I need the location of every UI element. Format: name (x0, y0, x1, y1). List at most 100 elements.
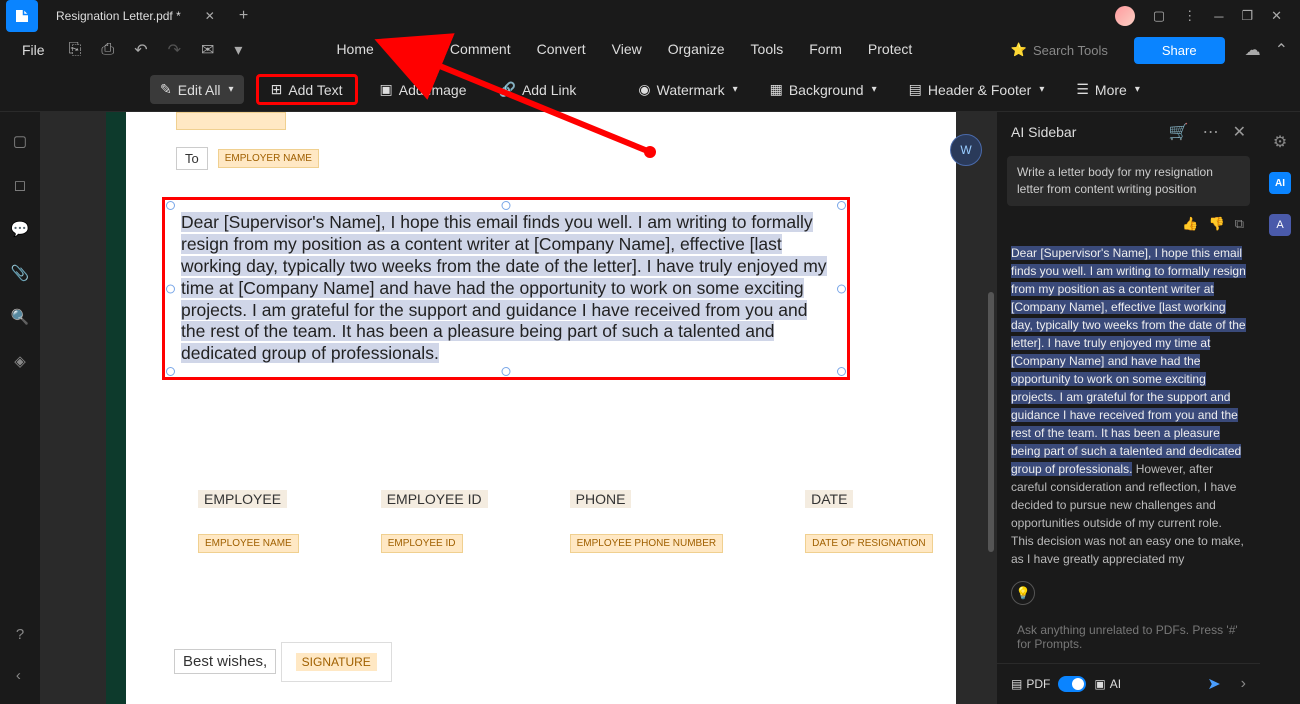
resize-handle[interactable] (837, 201, 846, 210)
main-tabs: Home Edit Comment Convert View Organize … (336, 35, 912, 65)
text-edit-box[interactable]: Dear [Supervisor's Name], I hope this em… (162, 197, 850, 380)
field-header: PHONE (570, 490, 632, 508)
thumbs-down-icon[interactable]: 👎 (1209, 216, 1225, 232)
titlebar: Resignation Letter.pdf * ✕ + ▢ ⋮ ─ ❐ ✕ (0, 0, 1300, 32)
kebab-icon[interactable]: ⋮ (1183, 8, 1196, 24)
mode-toggle[interactable] (1058, 676, 1086, 692)
tab-edit[interactable]: Edit (400, 35, 424, 65)
print-icon[interactable]: ⎙ (95, 37, 120, 63)
employee-name-field[interactable]: EMPLOYEE NAME (198, 534, 299, 553)
minimize-icon[interactable]: ─ (1214, 9, 1223, 24)
help-icon[interactable]: ? (16, 626, 24, 643)
date-field[interactable]: DATE OF RESIGNATION (805, 534, 933, 553)
background-button[interactable]: ▦Background▾ (760, 75, 887, 104)
translate-icon[interactable]: A (1269, 214, 1291, 236)
copy-icon[interactable]: ⧉ (1235, 216, 1244, 232)
resize-handle[interactable] (166, 201, 175, 210)
pdf-mode-label: ▤ PDF (1011, 677, 1050, 691)
resize-handle[interactable] (166, 284, 175, 293)
menubar: File ⎘ ⎙ ↶ ↷ ✉ ▾ Home Edit Comment Conve… (0, 32, 1300, 68)
edit-all-button[interactable]: ✎Edit All▾ (150, 75, 244, 104)
pdf-page[interactable]: To EMPLOYER NAME Dear [Supervisor's Name… (126, 112, 956, 704)
tab-home[interactable]: Home (336, 35, 373, 65)
wand-icon: ⭐ (1011, 42, 1027, 58)
new-tab-button[interactable]: + (227, 7, 260, 25)
more-icon[interactable]: ⋯ (1203, 122, 1219, 142)
add-link-button[interactable]: 🔗Add Link (489, 75, 587, 104)
letter-body-text[interactable]: Dear [Supervisor's Name], I hope this em… (171, 206, 841, 371)
scrollbar[interactable] (988, 292, 994, 552)
user-avatar[interactable] (1115, 6, 1135, 26)
more-button[interactable]: ☰More▾ (1066, 75, 1150, 104)
canvas[interactable]: To EMPLOYER NAME Dear [Supervisor's Name… (40, 112, 996, 704)
close-tab-icon[interactable]: ✕ (205, 9, 215, 23)
settings-icon[interactable]: ⚙ (1273, 132, 1287, 152)
chevron-right-icon[interactable]: › (1241, 675, 1246, 693)
field-header: EMPLOYEE ID (381, 490, 488, 508)
search-icon[interactable]: 🔍 (11, 308, 30, 326)
tab-organize[interactable]: Organize (668, 35, 725, 65)
tab-protect[interactable]: Protect (868, 35, 912, 65)
ai-response[interactable]: Dear [Supervisor's Name], I hope this em… (997, 238, 1260, 575)
resize-handle[interactable] (502, 201, 511, 210)
comment-panel-icon[interactable]: 💬 (11, 220, 30, 238)
file-menu[interactable]: File (12, 38, 55, 62)
float-ai-badge[interactable]: W (950, 134, 982, 166)
workspace: ▢ ◻ 💬 📎 🔍 ◈ ? ‹ To EMPLOYER NAME (0, 112, 1300, 704)
collapse-icon[interactable]: ⌃ (1275, 40, 1288, 60)
resize-handle[interactable] (166, 367, 175, 376)
field-header: DATE (805, 490, 853, 508)
right-rail: ⚙ AI A (1260, 112, 1300, 704)
send-icon[interactable]: ➤ (1207, 674, 1220, 694)
to-label: To (176, 147, 208, 170)
attachment-icon[interactable]: 📎 (11, 264, 30, 282)
share-button[interactable]: Share (1134, 37, 1225, 64)
chat-icon[interactable]: ▢ (1153, 8, 1165, 24)
collapse-left-icon[interactable]: ‹ (16, 667, 24, 684)
phone-field[interactable]: EMPLOYEE PHONE NUMBER (570, 534, 723, 553)
employee-id-field[interactable]: EMPLOYEE ID (381, 534, 463, 553)
app-icon[interactable] (6, 0, 38, 32)
ai-user-prompt: Write a letter body for my resignation l… (1007, 156, 1250, 206)
mail-icon[interactable]: ✉ (195, 36, 220, 64)
add-text-button[interactable]: ⊞Add Text (256, 74, 358, 105)
closing-text: Best wishes, (174, 649, 276, 674)
employer-name-field[interactable]: EMPLOYER NAME (218, 149, 319, 168)
signature-field[interactable]: SIGNATURE (296, 653, 377, 671)
resize-handle[interactable] (837, 284, 846, 293)
cloud-icon[interactable]: ☁ (1245, 40, 1261, 60)
dropdown-icon[interactable]: ▾ (228, 36, 248, 64)
add-image-button[interactable]: ▣Add Image (370, 75, 477, 104)
resize-handle[interactable] (502, 367, 511, 376)
tab-tools[interactable]: Tools (751, 35, 784, 65)
bookmark-icon[interactable]: ◻ (14, 176, 26, 194)
tab-form[interactable]: Form (809, 35, 842, 65)
tab-comment[interactable]: Comment (450, 35, 511, 65)
redo-icon[interactable]: ↷ (162, 36, 187, 64)
edit-toolbar: ✎Edit All▾ ⊞Add Text ▣Add Image 🔗Add Lin… (0, 68, 1300, 112)
ai-mode-label: ▣ AI (1094, 677, 1121, 691)
save-icon[interactable]: ⎘ (63, 37, 88, 63)
ai-sidebar-title: AI Sidebar (1011, 124, 1076, 140)
document-tab[interactable]: Resignation Letter.pdf * ✕ (44, 0, 227, 32)
close-sidebar-icon[interactable]: ✕ (1233, 122, 1246, 142)
field-header: EMPLOYEE (198, 490, 287, 508)
maximize-icon[interactable]: ❐ (1241, 8, 1253, 24)
tab-view[interactable]: View (612, 35, 642, 65)
watermark-button[interactable]: ◉Watermark▾ (628, 75, 747, 104)
close-window-icon[interactable]: ✕ (1271, 8, 1282, 24)
search-tools[interactable]: ⭐ Search Tools (1011, 42, 1108, 58)
document-tab-label: Resignation Letter.pdf * (56, 9, 181, 23)
suggestion-icon[interactable]: 💡 (1011, 581, 1035, 605)
undo-icon[interactable]: ↶ (128, 36, 153, 64)
search-tools-label: Search Tools (1033, 43, 1108, 58)
thumbnail-icon[interactable]: ▢ (13, 132, 27, 150)
ai-badge-icon[interactable]: AI (1269, 172, 1291, 194)
ai-input[interactable]: Ask anything unrelated to PDFs. Press '#… (1009, 615, 1248, 659)
header-footer-button[interactable]: ▤Header & Footer▾ (899, 75, 1055, 104)
tab-convert[interactable]: Convert (537, 35, 586, 65)
thumbs-up-icon[interactable]: 👍 (1182, 216, 1198, 232)
resize-handle[interactable] (837, 367, 846, 376)
layers-icon[interactable]: ◈ (14, 352, 26, 370)
cart-icon[interactable]: 🛒 (1169, 122, 1189, 142)
